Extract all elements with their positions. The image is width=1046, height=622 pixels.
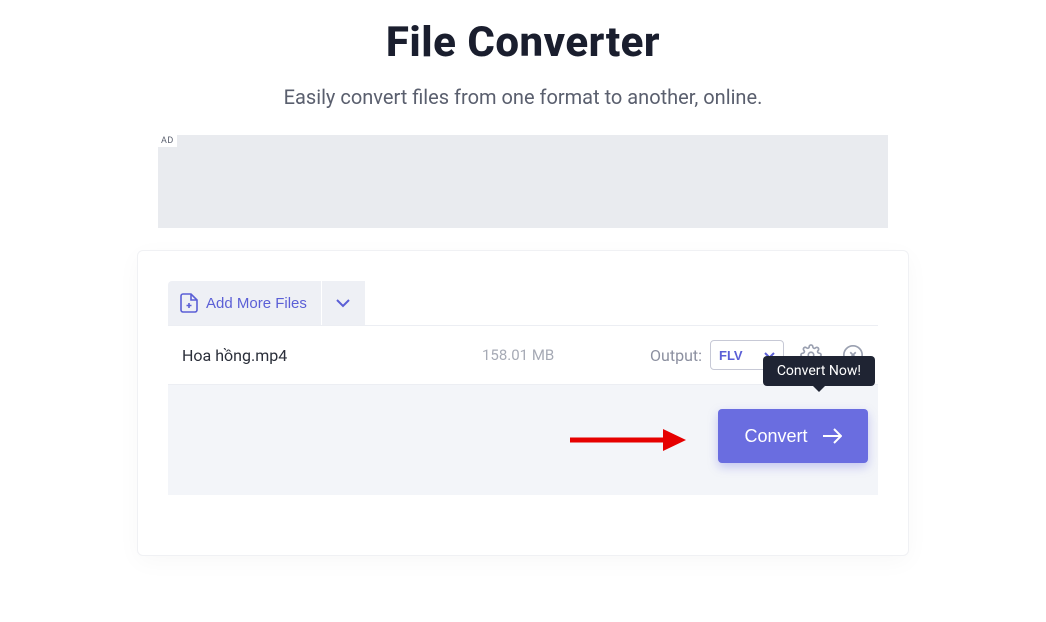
convert-button[interactable]: Convert xyxy=(718,409,868,463)
output-format-value: FLV xyxy=(719,348,743,363)
ad-label: AD xyxy=(158,135,177,147)
chevron-down-icon xyxy=(336,299,350,308)
arrow-right-icon xyxy=(822,428,842,444)
toolbar: Add More Files xyxy=(168,281,878,325)
page-title: File Converter xyxy=(20,18,1026,67)
file-name: Hoa hồng.mp4 xyxy=(182,346,482,365)
add-more-label: Add More Files xyxy=(206,295,307,312)
add-more-files-button[interactable]: Add More Files xyxy=(168,281,321,325)
output-label: Output: xyxy=(650,346,702,365)
converter-card: Add More Files Hoa hồng.mp4 158.01 MB Ou… xyxy=(137,250,909,556)
page-subtitle: Easily convert files from one format to … xyxy=(20,85,1026,109)
annotation-arrow-icon xyxy=(568,425,688,455)
file-plus-icon xyxy=(180,293,198,313)
convert-area: Convert Now! Convert xyxy=(168,385,878,495)
file-size: 158.01 MB xyxy=(482,346,612,364)
add-more-dropdown-button[interactable] xyxy=(321,281,365,325)
ad-banner: AD xyxy=(158,135,888,228)
convert-button-label: Convert xyxy=(744,426,807,447)
convert-tooltip: Convert Now! xyxy=(763,356,875,386)
